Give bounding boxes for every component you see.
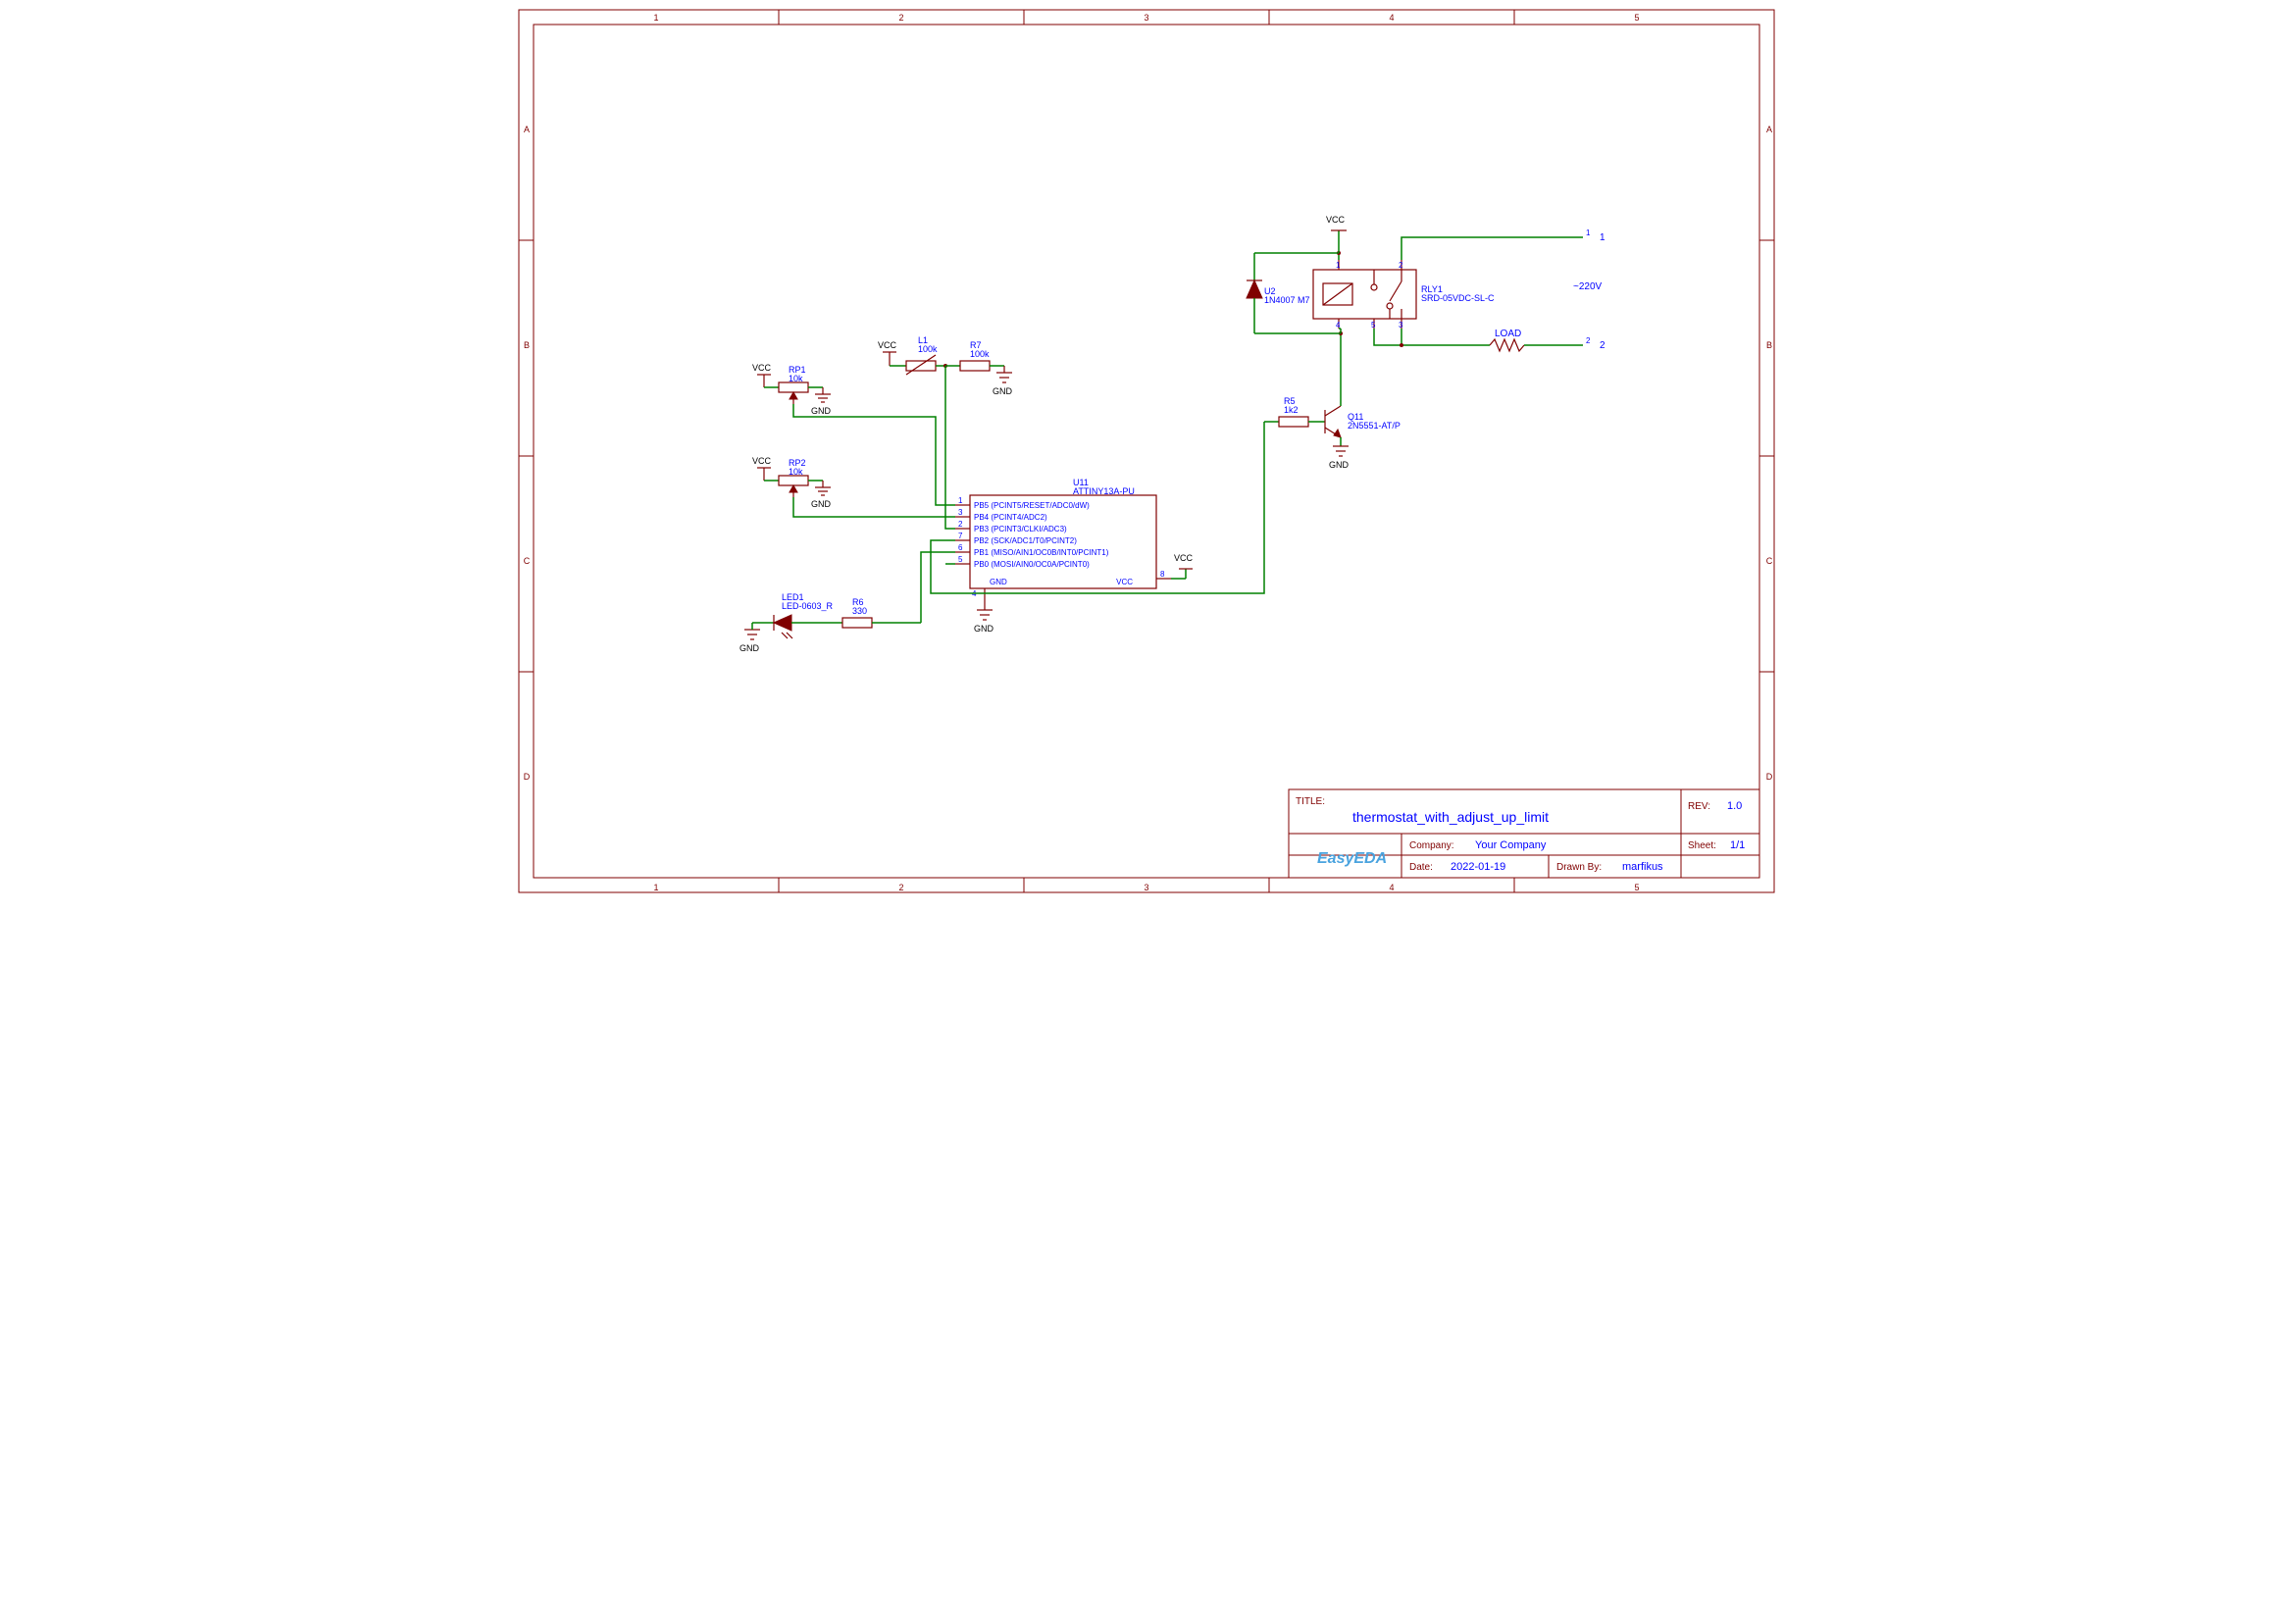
l1-val: 100k	[918, 344, 938, 354]
col-5-top: 5	[1634, 13, 1639, 23]
svg-text:VCC: VCC	[752, 363, 772, 373]
rly1-val: SRD-05VDC-SL-C	[1421, 293, 1495, 303]
load-label: LOAD	[1495, 329, 1521, 339]
col-3-bot: 3	[1144, 883, 1148, 892]
r6-val: 330	[852, 606, 867, 616]
svg-text:5: 5	[1371, 321, 1376, 330]
rly1: 1 2 4 5 3 RLY1 SRD-05VDC-SL-C	[1313, 260, 1495, 330]
svg-text:PB4 (PCINT4/ADC2): PB4 (PCINT4/ADC2)	[974, 513, 1047, 522]
col-1-bot: 1	[653, 883, 658, 892]
col-4-bot: 4	[1389, 883, 1394, 892]
row-D-r: D	[1766, 772, 1773, 782]
svg-text:VCC: VCC	[752, 456, 772, 466]
u2: U2 1N4007 M7	[1247, 253, 1341, 333]
conn2-lbl: 2	[1600, 340, 1605, 351]
svg-text:3: 3	[958, 508, 963, 517]
conn1-pin: 1	[1586, 228, 1591, 237]
drawn-lbl: Drawn By:	[1556, 862, 1602, 873]
rp2-val: 10k	[789, 467, 803, 477]
rev-val: 1.0	[1727, 800, 1742, 812]
conn2-pin: 2	[1586, 336, 1591, 345]
svg-text:GND: GND	[739, 643, 760, 653]
svg-text:VCC: VCC	[1174, 553, 1194, 563]
col-2-bot: 2	[898, 883, 903, 892]
u11: U11 ATTINY13A-PU 1PB5 (PCINT5/RESET/ADC0…	[955, 478, 1171, 603]
col-1-top: 1	[653, 13, 658, 23]
q11: Q11 2N5551-AT/P GND	[1325, 331, 1401, 470]
u2-val: 1N4007 M7	[1264, 295, 1310, 305]
svg-text:1: 1	[958, 496, 963, 505]
company-val: Your Company	[1475, 839, 1547, 851]
svg-text:PB0 (MOSI/AIN0/OC0A/PCINT0): PB0 (MOSI/AIN0/OC0A/PCINT0)	[974, 560, 1090, 569]
rp1-val: 10k	[789, 374, 803, 383]
row-B-l: B	[524, 340, 530, 350]
rp1: VCC GND RP1 10k	[752, 363, 832, 416]
sheet-val: 1/1	[1730, 839, 1745, 851]
relay-vcc: VCC	[1326, 215, 1346, 225]
col-labels: 1 2 3 4 5 1 2 3 4 5	[653, 10, 1639, 892]
row-C-r: C	[1766, 556, 1773, 566]
inner-border	[534, 25, 1759, 878]
u11-gnd: GND	[974, 603, 994, 634]
schematic-sheet: { "frame": { "cols": ["1","2","3","4","5…	[509, 0, 1784, 902]
svg-text:GND: GND	[1329, 460, 1350, 470]
svg-text:8: 8	[1160, 570, 1165, 579]
conn1-lbl: 1	[1600, 232, 1605, 243]
svg-text:PB2 (SCK/ADC1/T0/PCINT2): PB2 (SCK/ADC1/T0/PCINT2)	[974, 536, 1077, 545]
q11-val: 2N5551-AT/P	[1348, 421, 1401, 431]
svg-text:GND: GND	[811, 499, 832, 509]
col-2-top: 2	[898, 13, 903, 23]
title-block: TITLE: thermostat_with_adjust_up_limit R…	[1289, 789, 1759, 878]
svg-text:5: 5	[958, 555, 963, 564]
row-labels: A B C D A B C D	[519, 125, 1774, 782]
svg-text:VCC: VCC	[1116, 578, 1133, 586]
svg-text:3: 3	[1399, 321, 1403, 330]
svg-text:2: 2	[1399, 261, 1403, 270]
outer-border	[519, 10, 1774, 892]
r5-val: 1k2	[1284, 405, 1299, 415]
svg-text:GND: GND	[993, 386, 1013, 396]
svg-text:6: 6	[958, 543, 963, 552]
svg-text:VCC: VCC	[878, 340, 897, 350]
col-5-bot: 5	[1634, 883, 1639, 892]
date-val: 2022-01-19	[1451, 861, 1505, 873]
row-D-l: D	[524, 772, 531, 782]
l1: VCC L1 100k	[878, 335, 947, 375]
svg-text:GND: GND	[811, 406, 832, 416]
drawn-val: marfikus	[1622, 861, 1663, 873]
easyeda-logo: EasyEDA	[1317, 850, 1387, 867]
led-branch: GND LED1 LED-0603_R R6 330	[739, 552, 955, 653]
mains-label: ~220V	[1573, 281, 1603, 292]
col-4-top: 4	[1389, 13, 1394, 23]
svg-text:7: 7	[958, 532, 963, 540]
row-A-r: A	[1766, 125, 1772, 134]
load: LOAD	[1490, 329, 1583, 351]
row-B-r: B	[1766, 340, 1772, 350]
schematic-svg: 1 2 3 4 5 1 2 3 4 5 A B C D A B C D U11 …	[509, 0, 1784, 902]
svg-text:PB3 (PCINT3/CLKI/ADC3): PB3 (PCINT3/CLKI/ADC3)	[974, 525, 1067, 533]
svg-text:2: 2	[958, 520, 963, 529]
rp2: VCC GND RP2 10k	[752, 456, 832, 509]
date-lbl: Date:	[1409, 862, 1433, 873]
title-val: thermostat_with_adjust_up_limit	[1352, 809, 1549, 825]
rev-lbl: REV:	[1688, 801, 1710, 812]
col-3-top: 3	[1144, 13, 1148, 23]
title-lbl: TITLE:	[1296, 796, 1325, 807]
r7: R7 100k GND	[945, 340, 1013, 396]
sheet-lbl: Sheet:	[1688, 840, 1716, 851]
svg-text:PB5 (PCINT5/RESET/ADC0/dW): PB5 (PCINT5/RESET/ADC0/dW)	[974, 501, 1090, 510]
r7-val: 100k	[970, 349, 990, 359]
row-A-l: A	[524, 125, 530, 134]
u11-vcc: VCC	[1171, 553, 1194, 579]
r5: R5 1k2	[1279, 396, 1325, 427]
svg-text:GND: GND	[974, 624, 994, 634]
svg-text:PB1 (MISO/AIN1/OC0B/INT0/PCINT: PB1 (MISO/AIN1/OC0B/INT0/PCINT1)	[974, 548, 1109, 557]
svg-text:GND: GND	[990, 578, 1007, 586]
svg-text:1: 1	[1336, 261, 1341, 270]
led1-val: LED-0603_R	[782, 601, 834, 611]
u11-val: ATTINY13A-PU	[1073, 486, 1135, 496]
row-C-l: C	[524, 556, 531, 566]
company-lbl: Company:	[1409, 840, 1454, 851]
